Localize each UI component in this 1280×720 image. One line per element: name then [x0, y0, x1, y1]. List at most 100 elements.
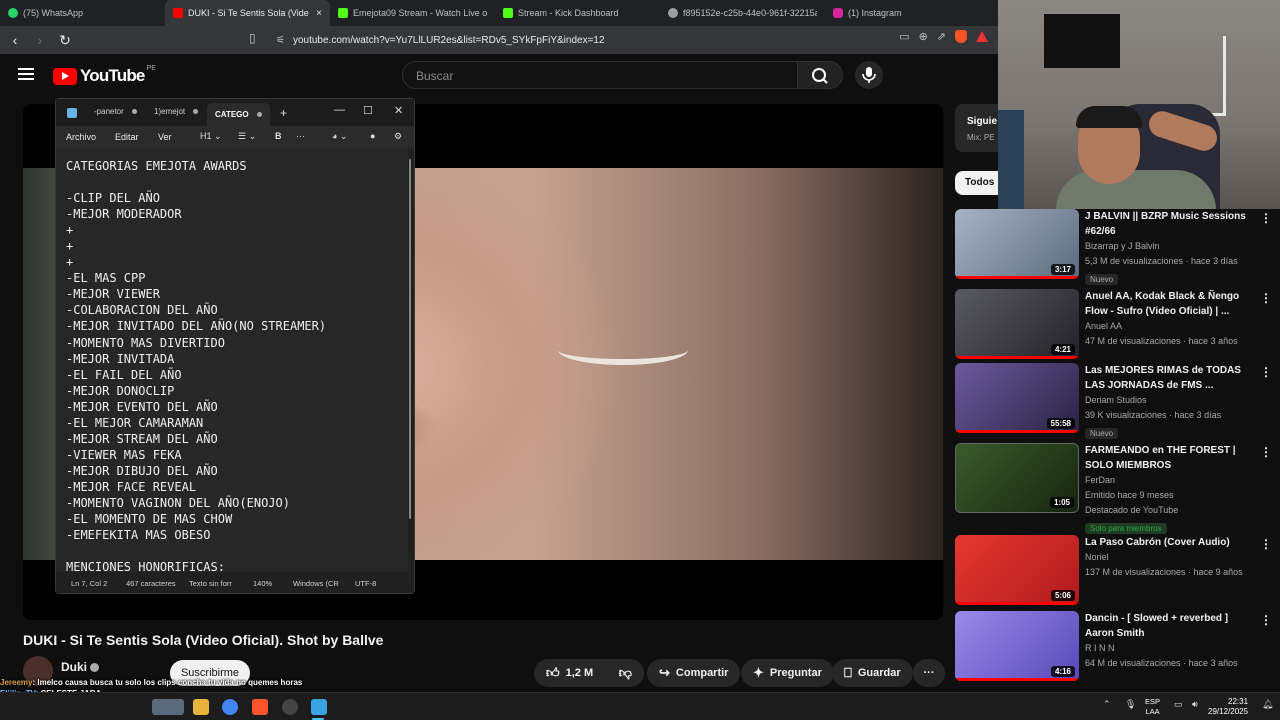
address-bar[interactable]: ⚟ youtube.com/watch?v=Yu7LlLUR2es&list=R…: [270, 30, 990, 50]
more-actions-button[interactable]: ···: [913, 659, 945, 687]
tab-label: Emejota09 Stream - Watch Live o: [353, 8, 487, 18]
like-button[interactable]: 👍︎ 1,2 M 👎︎: [534, 659, 644, 687]
network-icon[interactable]: ▭: [1174, 699, 1183, 710]
notepad-line: -EL MAS CPP: [66, 271, 146, 286]
recommendation-item[interactable]: 3:17 J BALVIN || BZRP Music Sessions #62…: [955, 209, 1280, 285]
voice-search-button[interactable]: [855, 61, 883, 89]
recommendation-item[interactable]: 1:05 FARMEANDO en THE FOREST | SOLO MIEM…: [955, 443, 1280, 534]
whatsapp-favicon-icon: [8, 8, 18, 18]
browser-tab-kick-stream[interactable]: Emejota09 Stream - Watch Live o: [330, 0, 495, 26]
back-icon[interactable]: ‹: [5, 32, 25, 48]
notepad-tab[interactable]: -panetor: [94, 107, 137, 116]
heading-dropdown[interactable]: H1 ⌄: [200, 131, 222, 142]
menu-icon[interactable]: [18, 68, 34, 80]
brave-rewards-icon[interactable]: [976, 31, 988, 42]
reload-icon[interactable]: ↻: [55, 32, 75, 49]
url-text: youtube.com/watch?v=Yu7LlLUR2es&list=RDv…: [292, 34, 605, 46]
more-vertical-icon[interactable]: ⋮: [1260, 365, 1272, 379]
verified-icon: [90, 663, 100, 673]
system-clock[interactable]: 22:31 29/12/2025: [1208, 697, 1248, 717]
save-button[interactable]: ⎕ Guardar: [832, 659, 913, 687]
youtube-logo[interactable]: YouTube PE: [53, 65, 156, 86]
menu-editar[interactable]: Editar: [115, 132, 139, 142]
file-explorer-icon[interactable]: [193, 699, 209, 715]
recommendation-item[interactable]: 4:16 Dancin - [ Slowed + reverbed ] Aaro…: [955, 611, 1280, 683]
browser-tab-youtube[interactable]: DUKI - Si Te Sentis Sola (Vide ×: [165, 0, 330, 26]
maximize-icon[interactable]: ☐: [363, 104, 373, 117]
notepad-line: [66, 174, 408, 190]
account-icon[interactable]: ●: [370, 131, 375, 141]
new-tab-icon[interactable]: +: [280, 106, 287, 120]
recommendation-item[interactable]: 55:58 Las MEJORES RIMAS de TODAS LAS JOR…: [955, 363, 1280, 439]
notepad-menubar: Archivo Editar Ver H1 ⌄ ☰ ⌄ B ··· ◕ ⌄ ● …: [56, 126, 414, 148]
minimize-icon[interactable]: —: [334, 104, 345, 116]
notepad-taskbar-icon[interactable]: [311, 699, 327, 715]
more-vertical-icon[interactable]: ⋮: [1260, 537, 1272, 551]
close-icon[interactable]: ✕: [394, 104, 403, 117]
taskbar-widget-icon[interactable]: [152, 699, 184, 715]
video-thumbnail: 4:16: [955, 611, 1079, 681]
notepad-tab[interactable]: 1)emejot: [154, 107, 199, 116]
cast-icon[interactable]: ▭: [899, 30, 909, 43]
notepad-line: -COLABORACION DEL AÑO: [66, 303, 218, 318]
more-vertical-icon[interactable]: ⋮: [1260, 211, 1272, 225]
language-indicator[interactable]: ESP LAA: [1145, 697, 1160, 717]
browser-tab-instagram[interactable]: (1) Instagram: [825, 0, 990, 26]
thumbs-down-icon[interactable]: 👎︎: [619, 665, 632, 681]
notepad-text-area[interactable]: CATEGORIAS EMEJOTA AWARDS -CLIP DEL AÑO -…: [56, 148, 408, 573]
browser-tab-uuid[interactable]: f895152e-c25b-44e0-961f-32215ac2: [660, 0, 825, 26]
settings-gear-icon[interactable]: ⚙: [394, 131, 402, 142]
obs-icon[interactable]: [282, 699, 298, 715]
zoom-level[interactable]: 140%: [253, 579, 272, 588]
bold-button[interactable]: B: [275, 131, 282, 141]
notification-bell-icon[interactable]: 🔔︎: [1262, 699, 1273, 710]
bookmark-save-icon: ⎕: [844, 665, 852, 680]
tab-label: (75) WhatsApp: [23, 8, 84, 18]
menu-archivo[interactable]: Archivo: [66, 132, 96, 142]
notepad-scrollbar[interactable]: [409, 159, 411, 519]
menu-ver[interactable]: Ver: [158, 132, 172, 142]
filter-chip-todos[interactable]: Todos: [955, 171, 999, 195]
recommendation-item[interactable]: 5:06 La Paso Cabrón (Cover Audio) Noriel…: [955, 535, 1280, 607]
close-tab-icon[interactable]: ×: [312, 8, 322, 19]
list-dropdown-icon[interactable]: ☰ ⌄: [238, 131, 256, 142]
windows-taskbar: ⌃ 🎙︎ ESP LAA ▭ 🔊︎ 22:31 29/12/2025 🔔︎: [0, 692, 1280, 720]
duration-badge: 3:17: [1050, 264, 1075, 275]
more-vertical-icon[interactable]: ⋮: [1260, 291, 1272, 305]
copilot-icon[interactable]: ◕ ⌄: [332, 131, 347, 142]
notepad-line: -MEJOR VIEWER: [66, 287, 160, 302]
brave-icon[interactable]: [252, 699, 268, 715]
site-info-icon[interactable]: ⚟: [276, 35, 285, 46]
video-thumbnail: 4:21: [955, 289, 1079, 359]
volume-icon[interactable]: 🔊︎: [1192, 699, 1198, 710]
notepad-tab-active[interactable]: CATEGO: [207, 103, 270, 126]
more-vertical-icon[interactable]: ⋮: [1260, 445, 1272, 459]
thumbs-up-icon: 👍︎: [546, 665, 560, 680]
search-button[interactable]: [797, 61, 843, 89]
ask-button[interactable]: ✦ Preguntar: [741, 659, 834, 687]
show-hidden-icons-icon[interactable]: ⌃: [1103, 699, 1111, 710]
mix-chip[interactable]: Siguie Mix: PE: [955, 104, 999, 152]
tab-label: DUKI - Si Te Sentis Sola (Vide: [188, 8, 309, 18]
channel-name[interactable]: Duki: [61, 660, 100, 674]
text-format: Texto sin forr: [189, 579, 232, 588]
browser-tab-kick-dashboard[interactable]: Stream - Kick Dashboard: [495, 0, 660, 26]
share-icon[interactable]: ⇗: [937, 30, 946, 43]
bookmark-icon[interactable]: ▯: [249, 31, 256, 45]
like-count: 1,2 M: [565, 667, 594, 679]
notepad-window[interactable]: -panetor 1)emejot CATEGO + — ☐ ✕ Archivo…: [55, 98, 415, 594]
zoom-icon[interactable]: ⊕: [919, 30, 928, 43]
more-options-icon[interactable]: ···: [296, 131, 305, 141]
recommendation-item[interactable]: 4:21 Anuel AA, Kodak Black & Ñengo Flow …: [955, 289, 1280, 361]
new-badge: Nuevo: [1085, 428, 1119, 439]
brave-shield-icon[interactable]: [955, 30, 967, 43]
share-button[interactable]: ↪ Compartir: [647, 659, 741, 687]
browser-tab-whatsapp[interactable]: (75) WhatsApp: [0, 0, 165, 26]
more-vertical-icon[interactable]: ⋮: [1260, 613, 1272, 627]
chrome-icon[interactable]: [222, 699, 238, 715]
search-input[interactable]: Buscar: [402, 61, 798, 89]
webcam-tv: [1044, 14, 1120, 68]
microphone-tray-icon[interactable]: 🎙︎: [1125, 699, 1136, 710]
forward-icon[interactable]: ›: [30, 32, 50, 48]
rec-stats: 64 M de visualizaciones · hace 3 años: [1085, 658, 1238, 668]
